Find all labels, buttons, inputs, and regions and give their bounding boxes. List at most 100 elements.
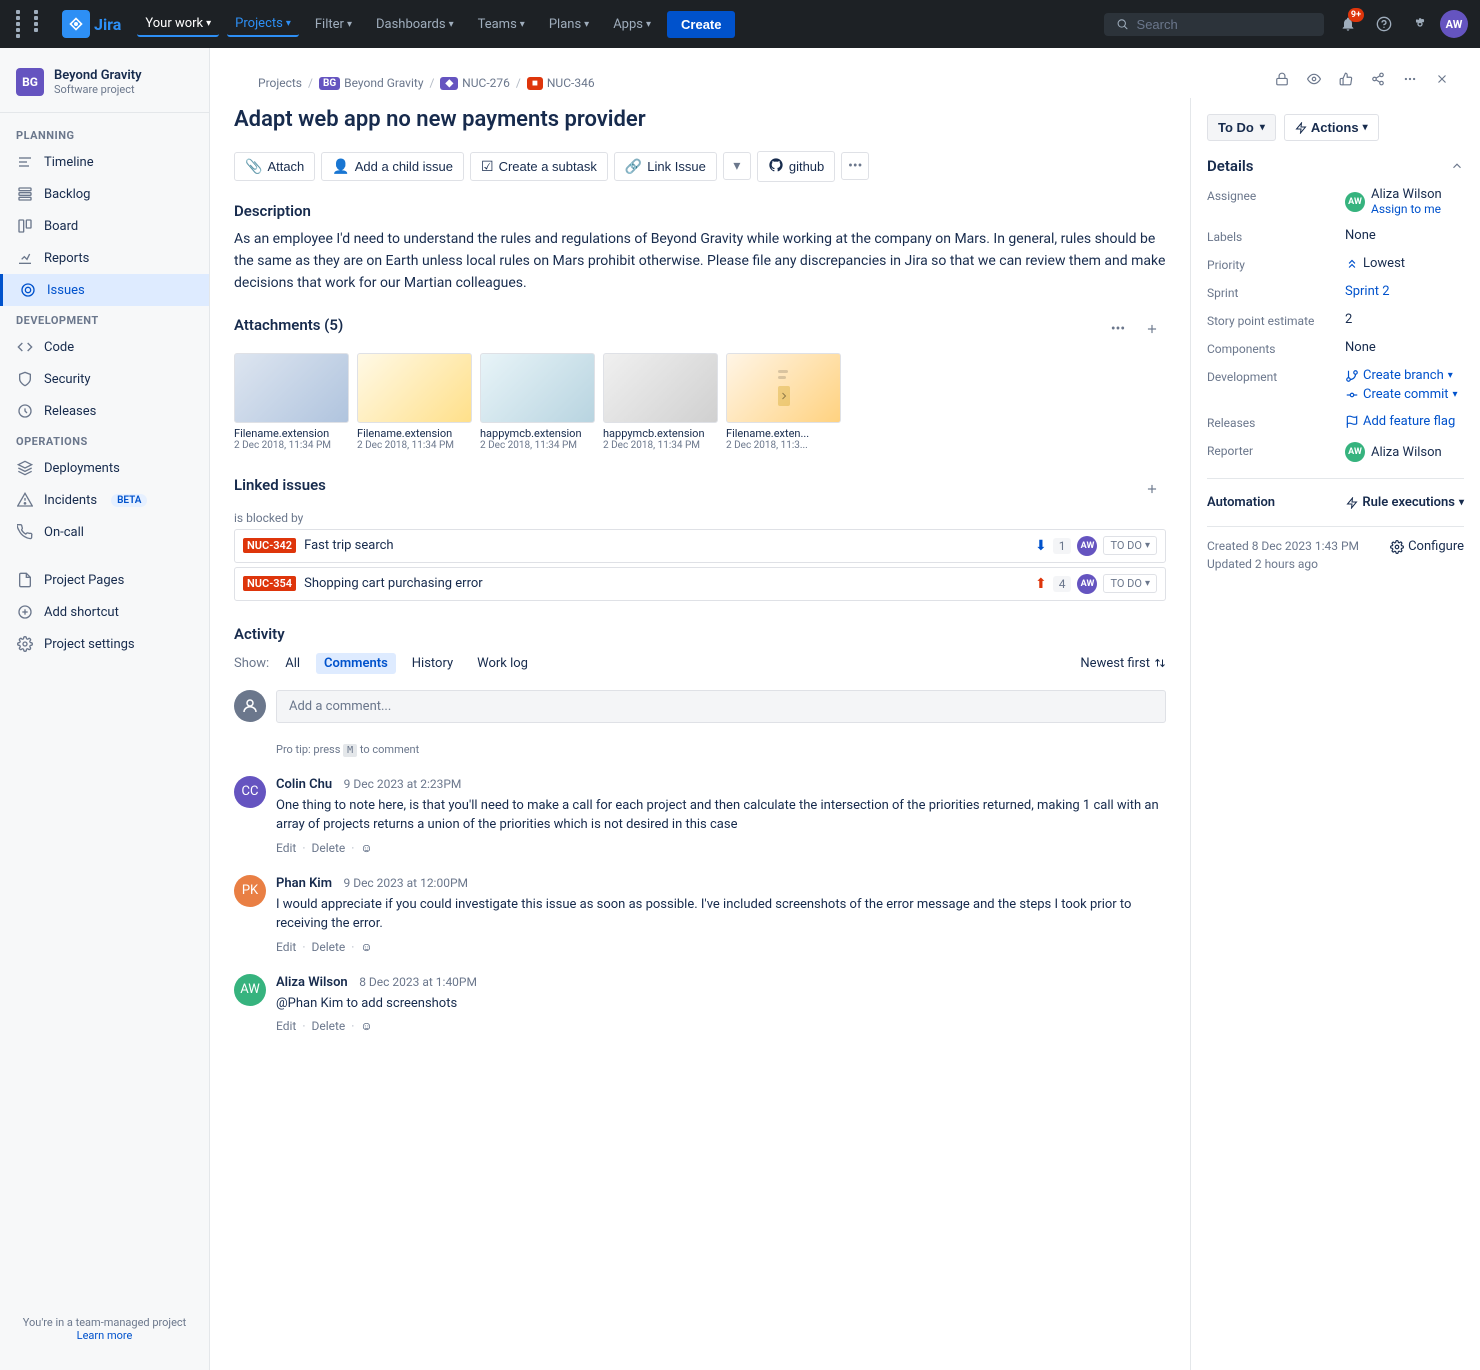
nav-plans[interactable]: Plans ▾ [541,13,597,36]
learn-more-link[interactable]: Learn more [77,1329,133,1342]
create-branch-button[interactable]: Create branch ▾ [1345,368,1453,383]
assignee-row: Assignee AW Aliza Wilson Assign to me [1207,187,1464,216]
like-button[interactable] [1332,65,1360,93]
attachment-thumb[interactable] [357,353,472,423]
issues-icon [19,281,37,299]
sidebar-item-issues[interactable]: Issues [0,274,209,306]
sidebar-footer: You're in a team-managed project Learn m… [0,1300,209,1358]
sidebar-item-add-shortcut[interactable]: Add shortcut [0,596,209,628]
sort-button[interactable]: Newest first [1080,656,1166,671]
attach-icon: 📎 [245,158,262,175]
attachments-more-button[interactable]: ••• [1104,315,1132,343]
attach-button[interactable]: 📎 Attach [234,152,315,181]
help-button[interactable] [1368,8,1400,40]
watch-button[interactable] [1300,65,1328,93]
filter-history-button[interactable]: History [404,653,461,674]
count-badge: 4 [1053,576,1072,592]
edit-comment-button[interactable]: Edit [276,940,296,954]
breadcrumb-nuc346[interactable]: ■ NUC-346 [527,76,595,90]
settings-button[interactable] [1404,8,1436,40]
link-dropdown-button[interactable]: ▾ [723,152,751,180]
sidebar-item-reports[interactable]: Reports [0,242,209,274]
activity-section: Activity Show: All Comments History Work… [234,625,1166,1034]
nav-your-work[interactable]: Your work ▾ [137,12,219,37]
sidebar-item-security[interactable]: Security [0,363,209,395]
assign-to-me-link[interactable]: Assign to me [1371,202,1442,216]
sidebar-item-incidents[interactable]: Incidents BETA [0,484,209,516]
emoji-reaction-button[interactable]: ☺ [360,1019,372,1033]
project-settings-icon [16,635,34,653]
delete-comment-button[interactable]: Delete [311,1019,345,1033]
sidebar-item-deployments[interactable]: Deployments [0,452,209,484]
delete-comment-button[interactable]: Delete [311,940,345,954]
delete-comment-button[interactable]: Delete [311,841,345,855]
notifications-button[interactable]: 9+ [1332,8,1364,40]
chevron-up-icon[interactable] [1450,159,1464,173]
nav-filter[interactable]: Filter ▾ [307,13,360,36]
create-commit-button[interactable]: Create commit ▾ [1345,387,1458,402]
status-badge[interactable]: TO DO ▾ [1103,536,1157,555]
nav-teams[interactable]: Teams ▾ [470,13,533,36]
jira-logo[interactable]: Jira [62,10,121,38]
issue-key-nuc342[interactable]: NUC-342 [243,538,296,553]
attachment-thumb[interactable] [603,353,718,423]
search-box[interactable] [1104,13,1324,36]
grid-menu-icon[interactable] [12,6,54,42]
share-button[interactable] [1364,65,1392,93]
status-badge[interactable]: TO DO ▾ [1103,574,1157,593]
breadcrumb-nuc276[interactable]: ◆ NUC-276 [440,76,509,90]
more-options-button[interactable] [1396,65,1424,93]
more-toolbar-button[interactable]: ••• [841,152,869,180]
attachment-thumb[interactable] [726,353,841,423]
list-item: CC Colin Chu 9 Dec 2023 at 2:23PM One th… [234,776,1166,855]
lock-button[interactable] [1268,65,1296,93]
add-linked-issue-button[interactable] [1138,475,1166,503]
edit-comment-button[interactable]: Edit [276,1019,296,1033]
sidebar-item-releases[interactable]: Releases [0,395,209,427]
sidebar-item-project-pages[interactable]: Project Pages [0,564,209,596]
create-subtask-button[interactable]: ☑ Create a subtask [470,152,608,181]
configure-button[interactable]: Configure [1390,539,1464,554]
add-child-issue-button[interactable]: 👤 Add a child issue [321,152,464,181]
issue-key-nuc354[interactable]: NUC-354 [243,576,296,591]
project-type: Software project [54,83,142,96]
breadcrumb-beyond-gravity[interactable]: BG Beyond Gravity [319,76,424,90]
comment-author: Colin Chu [276,777,332,792]
nav-apps[interactable]: Apps ▾ [605,13,659,36]
user-avatar[interactable]: AW [1440,10,1468,38]
create-button[interactable]: Create [667,11,735,38]
timeline-icon [16,153,34,171]
breadcrumb-projects[interactable]: Projects [258,76,302,90]
status-button[interactable]: To Do ▾ [1207,114,1276,141]
sidebar-item-timeline[interactable]: Timeline [0,146,209,178]
rule-executions-button[interactable]: Rule executions ▾ [1346,495,1464,510]
filter-comments-button[interactable]: Comments [316,653,396,674]
emoji-reaction-button[interactable]: ☺ [360,841,372,855]
emoji-reaction-button[interactable]: ☺ [360,940,372,954]
attachment-thumb[interactable] [480,353,595,423]
add-feature-flag-button[interactable]: Add feature flag [1345,414,1455,429]
components-label: Components [1207,340,1337,356]
filter-worklog-button[interactable]: Work log [469,653,536,674]
attachments-section: Attachments (5) ••• [234,315,1166,343]
sidebar-item-board[interactable]: Board [0,210,209,242]
add-attachment-button[interactable] [1138,315,1166,343]
sidebar-item-oncall[interactable]: On-call [0,516,209,548]
attachment-thumb[interactable] [234,353,349,423]
sidebar-item-backlog[interactable]: Backlog [0,178,209,210]
nav-dashboards[interactable]: Dashboards ▾ [368,13,462,36]
comment-input[interactable]: Add a comment... [276,690,1166,723]
backlog-label: Backlog [44,187,90,202]
child-issue-icon: 👤 [332,158,349,175]
actions-button[interactable]: Actions ▾ [1284,114,1379,141]
sidebar-item-code[interactable]: Code [0,331,209,363]
sprint-value[interactable]: Sprint 2 [1345,284,1390,299]
search-input[interactable] [1137,17,1312,32]
sidebar-item-project-settings[interactable]: Project settings [0,628,209,660]
github-button[interactable]: github [757,151,835,182]
filter-all-button[interactable]: All [277,653,308,674]
edit-comment-button[interactable]: Edit [276,841,296,855]
close-button[interactable] [1428,65,1456,93]
link-issue-button[interactable]: 🔗 Link Issue [614,152,717,181]
nav-projects[interactable]: Projects ▾ [227,12,299,37]
